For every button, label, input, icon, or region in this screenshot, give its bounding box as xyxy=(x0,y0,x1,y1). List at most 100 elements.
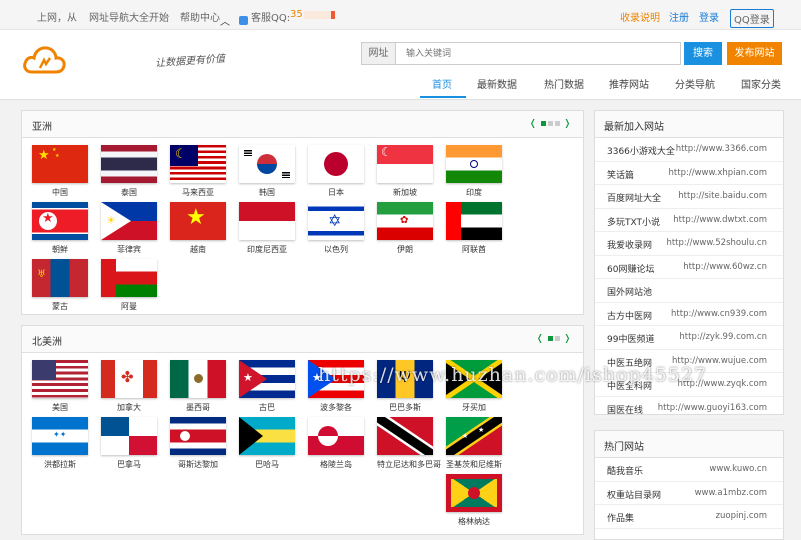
search-type-label[interactable]: 网址 xyxy=(362,43,396,64)
site-name[interactable]: 99中医频道 xyxy=(607,332,654,345)
country-bahamas[interactable]: 巴哈马 xyxy=(239,417,297,471)
site-url[interactable]: http://www.dwtxt.com xyxy=(673,215,767,225)
publish-site-button[interactable]: 发布网站 xyxy=(727,42,782,65)
country-greenland[interactable]: 格陵兰岛 xyxy=(308,417,366,471)
site-name[interactable]: 酷我音乐 xyxy=(607,464,643,477)
pager-next-icon[interactable]: ❭ xyxy=(563,119,571,129)
site-row[interactable]: 多玩TXT小说 http://www.dwtxt.com xyxy=(595,209,783,232)
login-link[interactable]: 登录 xyxy=(699,9,719,24)
pager-prev-icon[interactable]: ❬ xyxy=(536,334,544,344)
register-link[interactable]: 注册 xyxy=(669,9,689,24)
country-uae[interactable]: 阿联酋 xyxy=(446,202,504,256)
country-cuba[interactable]: ★ 古巴 xyxy=(239,360,297,414)
site-row[interactable]: 99中医频道 http://zyk.99.com.cn xyxy=(595,326,783,350)
country-name: 波多黎各 xyxy=(320,403,352,412)
site-row[interactable]: 古方中医网 http://www.cn939.com xyxy=(595,303,783,326)
start-link[interactable]: 网址导航大全开始 xyxy=(89,9,169,24)
site-row[interactable]: 国外网站池 xyxy=(595,279,783,303)
pager-dot[interactable] xyxy=(540,121,546,126)
pager-prev-icon[interactable]: ❬ xyxy=(529,119,537,129)
nav-hot[interactable]: 热门数据 xyxy=(544,76,584,91)
search-button[interactable]: 搜索 xyxy=(684,42,722,65)
site-url[interactable]: http://site.baidu.com xyxy=(678,191,767,201)
country-honduras[interactable]: ✦✦ 洪都拉斯 xyxy=(32,417,90,471)
flag-oman-icon xyxy=(101,259,157,297)
site-url[interactable]: http://www.3366.com xyxy=(676,144,767,154)
pager-dot[interactable] xyxy=(547,336,553,341)
country-philippines[interactable]: ☀ 菲律宾 xyxy=(101,202,159,256)
site-name[interactable]: 多玩TXT小说 xyxy=(607,215,660,228)
site-name[interactable]: 古方中医网 xyxy=(607,309,652,322)
nav-categories[interactable]: 分类导航 xyxy=(675,76,715,91)
country-malaysia[interactable]: ☾ 马来西亚 xyxy=(170,145,228,199)
site-row[interactable]: 酷我音乐 www.kuwo.cn xyxy=(595,458,783,482)
site-row[interactable]: 作品集 zuopinj.com xyxy=(595,505,783,529)
site-name[interactable]: 60网赚论坛 xyxy=(607,262,654,275)
flag-st-kitts-icon: ★ ★ xyxy=(446,417,502,455)
country-israel[interactable]: ✡ 以色列 xyxy=(308,202,366,256)
asia-pager[interactable]: ❬ ❭ xyxy=(529,119,571,129)
site-row[interactable]: 笑话篇 http://www.xhpian.com xyxy=(595,162,783,185)
qq-login-button[interactable]: QQ登录 xyxy=(730,9,774,28)
site-name[interactable]: 3366小游戏大全 xyxy=(607,144,675,157)
site-name[interactable]: 笑话篇 xyxy=(607,168,634,181)
country-china[interactable]: ★ ★ ★ 中国 xyxy=(32,145,90,199)
nav-latest[interactable]: 最新数据 xyxy=(477,76,517,91)
country-mexico[interactable]: 墨西哥 xyxy=(170,360,228,414)
site-name[interactable]: 我爱收录网 xyxy=(607,238,652,251)
site-name[interactable]: 百度网址大全 xyxy=(607,191,661,204)
country-panama[interactable]: ★ ★ 巴拿马 xyxy=(101,417,159,471)
site-row[interactable]: 我爱收录网 http://www.52shoulu.cn xyxy=(595,232,783,256)
country-mongolia[interactable]: ♅ 蒙古 xyxy=(32,259,90,313)
site-url[interactable]: www.a1mbz.com xyxy=(695,488,767,498)
flag-honduras-icon: ✦✦ xyxy=(32,417,88,455)
site-url[interactable]: http://www.xhpian.com xyxy=(669,168,767,178)
site-name[interactable]: 作品集 xyxy=(607,511,634,524)
country-iran[interactable]: ✿ 伊朗 xyxy=(377,202,435,256)
country-costa-rica[interactable]: 哥斯达黎加 xyxy=(170,417,228,471)
site-name[interactable]: 权重站目录网 xyxy=(607,488,661,501)
site-name[interactable]: 国医在线 xyxy=(607,403,643,416)
pager-dot[interactable] xyxy=(554,121,560,126)
search-input[interactable] xyxy=(406,46,666,61)
site-row[interactable]: 百度网址大全 http://site.baidu.com xyxy=(595,185,783,209)
country-north-korea[interactable]: ★ 朝鲜 xyxy=(32,202,90,256)
site-row[interactable]: 国医在线 http://www.guoyi163.com xyxy=(595,397,783,420)
site-url[interactable]: http://www.52shoulu.cn xyxy=(666,238,767,248)
include-info-link[interactable]: 收录说明 xyxy=(620,9,660,24)
cloud-logo-icon[interactable] xyxy=(22,42,66,76)
site-row[interactable]: 60网赚论坛 http://www.60wz.cn xyxy=(595,256,783,279)
country-singapore[interactable]: ☾ 新加坡 xyxy=(377,145,435,199)
north-america-pager[interactable]: ❬ ❭ xyxy=(536,334,571,344)
country-st-kitts[interactable]: ★ ★ 圣基茨和尼维斯 xyxy=(446,417,504,471)
pager-next-icon[interactable]: ❭ xyxy=(563,334,571,344)
country-thailand[interactable]: 泰国 xyxy=(101,145,159,199)
site-url[interactable]: http://www.guoyi163.com xyxy=(658,403,767,413)
nav-countries[interactable]: 国家分类 xyxy=(741,76,781,91)
site-row[interactable]: 权重站目录网 www.a1mbz.com xyxy=(595,482,783,505)
site-url[interactable]: http://zyk.99.com.cn xyxy=(679,332,767,342)
country-name: 朝鲜 xyxy=(52,245,68,254)
country-usa[interactable]: 美国 xyxy=(32,360,90,414)
country-india[interactable]: 印度 xyxy=(446,145,504,199)
pager-dot[interactable] xyxy=(554,336,560,341)
site-name[interactable]: 国外网站池 xyxy=(607,285,652,298)
help-center-link[interactable]: 帮助中心 xyxy=(180,9,220,24)
country-japan[interactable]: 日本 xyxy=(308,145,366,199)
site-url[interactable]: www.kuwo.cn xyxy=(709,464,767,474)
country-korea[interactable]: 韩国 xyxy=(239,145,297,199)
country-trinidad[interactable]: 特立尼达和多巴哥 xyxy=(377,417,441,471)
site-row[interactable]: 3366小游戏大全 http://www.3366.com xyxy=(595,138,783,162)
country-indonesia[interactable]: 印度尼西亚 xyxy=(239,202,297,256)
chevron-up-icon[interactable]: ︿ xyxy=(220,13,230,28)
nav-recommended[interactable]: 推荐网站 xyxy=(609,76,649,91)
country-grenada[interactable]: 格林纳达 xyxy=(446,474,504,528)
country-vietnam[interactable]: ★ 越南 xyxy=(170,202,228,256)
pager-dot[interactable] xyxy=(547,121,553,126)
country-canada[interactable]: ✤ 加拿大 xyxy=(101,360,159,414)
site-url[interactable]: http://www.60wz.cn xyxy=(683,262,767,272)
site-url[interactable]: zuopinj.com xyxy=(716,511,767,521)
site-url[interactable]: http://www.cn939.com xyxy=(671,309,767,319)
nav-home[interactable]: 首页 xyxy=(432,76,452,91)
country-oman[interactable]: 阿曼 xyxy=(101,259,159,313)
